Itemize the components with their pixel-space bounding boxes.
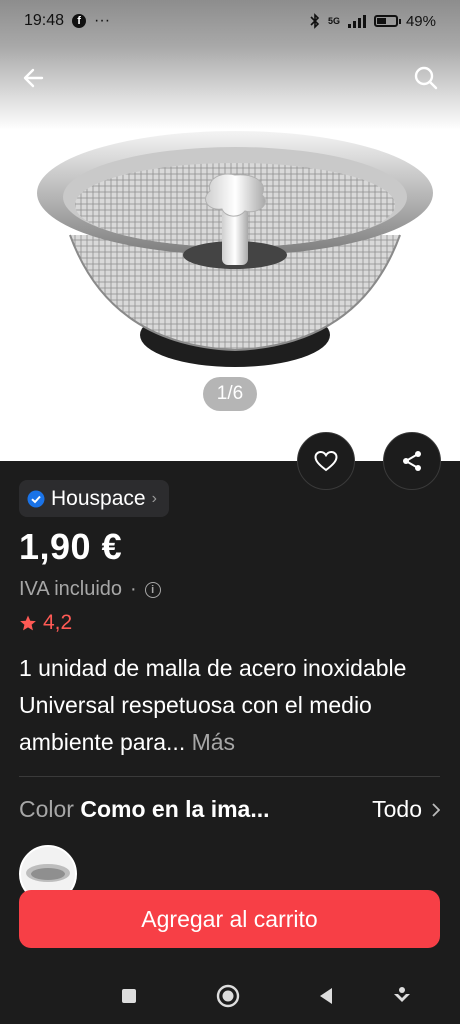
- info-icon[interactable]: i: [144, 581, 161, 598]
- bluetooth-icon: [310, 13, 320, 29]
- tax-info: IVA incluido · i: [19, 578, 161, 601]
- color-label: Color: [19, 796, 74, 822]
- all-variants-label: Todo: [372, 796, 422, 822]
- signal-icon: [347, 14, 366, 28]
- rating[interactable]: 4,2: [19, 611, 72, 635]
- store-link[interactable]: Houspace ›: [19, 480, 169, 517]
- favorite-button[interactable]: [297, 432, 355, 490]
- share-button[interactable]: [383, 432, 441, 490]
- heart-icon: [314, 450, 338, 472]
- assistant-icon[interactable]: [390, 984, 414, 1008]
- tax-separator: ·: [130, 578, 137, 600]
- add-to-cart-button[interactable]: Agregar al carrito: [19, 890, 440, 948]
- rating-value: 4,2: [43, 611, 73, 634]
- verified-badge-icon: [27, 490, 45, 507]
- share-icon: [403, 451, 421, 471]
- divider: [19, 776, 440, 777]
- color-selector[interactable]: Color Como en la ima... Todo: [19, 796, 440, 823]
- color-value: Como en la ima...: [80, 796, 270, 822]
- status-more-dots: ···: [94, 12, 111, 29]
- facebook-icon: f: [72, 14, 87, 28]
- top-nav: [0, 56, 460, 100]
- battery-icon: [373, 15, 401, 27]
- search-icon[interactable]: [412, 64, 440, 92]
- battery-percent: 49%: [405, 12, 436, 30]
- tax-note: IVA incluido: [19, 578, 123, 600]
- product-image-area[interactable]: 19:48 f ··· 5G 49% 1/6: [0, 0, 460, 461]
- image-pager: 1/6: [203, 377, 257, 411]
- chevron-right-icon: ›: [151, 489, 157, 507]
- star-icon: [20, 615, 36, 631]
- home-circle-icon[interactable]: [216, 984, 240, 1008]
- all-variants-link[interactable]: Todo: [372, 796, 440, 823]
- status-time: 19:48: [24, 12, 65, 29]
- more-link[interactable]: Más: [192, 729, 235, 755]
- chevron-right-icon: [432, 802, 440, 817]
- store-name: Houspace: [51, 486, 146, 510]
- system-nav-bar: [0, 964, 460, 1024]
- product-price: 1,90 €: [19, 526, 123, 567]
- network-type: 5G: [327, 16, 340, 26]
- recents-square-icon[interactable]: [117, 984, 141, 1008]
- back-arrow-icon[interactable]: [20, 64, 48, 92]
- product-title[interactable]: 1 unidad de malla de acero inoxidable Un…: [19, 650, 439, 761]
- back-triangle-icon[interactable]: [314, 984, 338, 1008]
- status-bar: 19:48 f ··· 5G 49%: [0, 0, 460, 42]
- sink-strainer-image: [37, 131, 433, 367]
